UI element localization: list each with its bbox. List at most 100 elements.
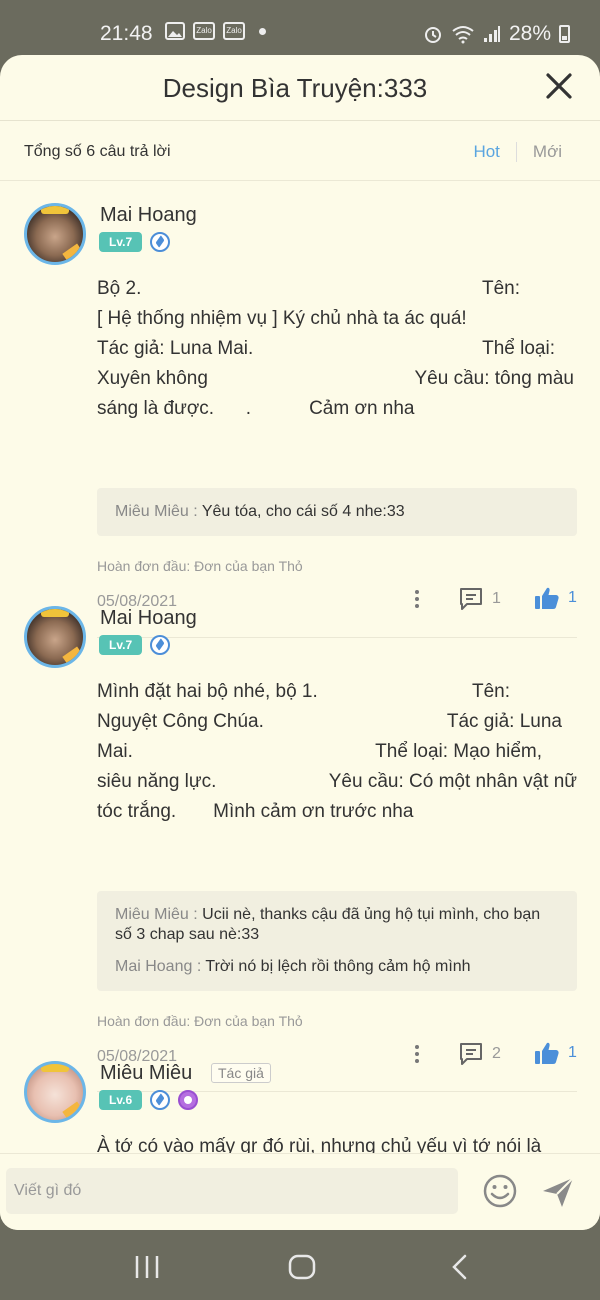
avatar-frame-ribbon (62, 646, 82, 664)
status-time: 21:48 (100, 22, 153, 45)
text-segment: [ Hệ thống nhiệm vụ ] Ký chủ nhà ta ác q… (97, 308, 467, 329)
comment-line: À tớ có vào mấy gr đó rùi, nhưng chủ yếu… (97, 1132, 597, 1153)
send-icon[interactable] (540, 1174, 576, 1210)
text-segment: Bộ 2. (97, 278, 142, 299)
system-nav-bar (0, 1230, 600, 1300)
badge-row: Lv.7 (99, 232, 171, 252)
like-count: 1 (568, 1044, 577, 1061)
reply-box[interactable]: Miêu Miêu : Ucii nè, thanks cậu đã ủng h… (97, 891, 577, 991)
reply-button[interactable]: 1 (458, 586, 501, 612)
thumbs-up-icon (535, 587, 559, 609)
like-button[interactable]: 1 (534, 586, 577, 610)
comment-line: Nguyệt Công Chúa. Tác giả: Luna (97, 707, 577, 737)
comment-line: tóc trắng. Mình cảm ơn trước nha (97, 797, 577, 827)
comment-line: Mai. Thể loại: Mạo hiểm, (97, 737, 577, 767)
level-badge: Lv.7 (99, 635, 143, 655)
comment-line: siêu năng lực. Yêu cầu: Có một nhân vật n… (97, 767, 577, 797)
emoji-icon[interactable] (482, 1173, 518, 1209)
author-tag: Tác giả (211, 1063, 271, 1083)
notification-icons: Zalo Zalo (165, 22, 266, 40)
battery-icon (559, 25, 570, 43)
comment-note: Hoàn đơn đầu: Đơn của bạn Thỏ (97, 1013, 303, 1029)
like-button[interactable]: 1 (534, 1041, 577, 1065)
more-options-icon[interactable] (414, 1045, 420, 1065)
text-segment: Tên: (481, 278, 520, 299)
text-segment: Tác giả: Luna (446, 711, 562, 732)
back-icon[interactable] (450, 1254, 470, 1280)
page-title: Design Bìa Truyện:333 (162, 73, 428, 103)
text-segment: Nguyệt Công Chúa. (97, 711, 264, 732)
text-segment: Tên: (471, 681, 510, 702)
comment-body: Mình đặt hai bộ nhé, bộ 1. Tên: Nguyệt Cô… (97, 677, 577, 827)
author-badge-icon (178, 1090, 199, 1110)
reply-item: Mai Hoang : Trời nó bị lệch rồi thông cả… (115, 957, 559, 977)
close-icon[interactable] (544, 71, 574, 101)
comment-list[interactable]: Mai Hoang Lv.7 Bộ 2. Tên: [ Hệ thống nhiệ… (0, 181, 600, 1153)
tab-divider (515, 142, 517, 162)
comment-line: [ Hệ thống nhiệm vụ ] Ký chủ nhà ta ác q… (97, 304, 577, 334)
text-segment: Thể loại: Mạo hiểm, (375, 741, 542, 762)
comment-author[interactable]: Mai Hoang (100, 204, 197, 227)
answer-count: Tổng số 6 câu trả lời (24, 143, 171, 160)
avatar-frame-crown (41, 206, 69, 214)
avatar[interactable] (24, 203, 86, 265)
comment-icon (460, 588, 482, 610)
more-notifications-dot (259, 27, 266, 35)
recent-apps-icon[interactable] (134, 1254, 160, 1280)
reply-item: Miêu Miêu : Yêu tóa, cho cái số 4 nhe:33 (115, 502, 559, 522)
comment-input-bar (0, 1153, 600, 1230)
text-segment: Thể loại: (482, 338, 555, 359)
thumbs-up-icon (535, 1042, 559, 1064)
avatar[interactable] (24, 1061, 86, 1123)
badge-row: Lv.7 (99, 635, 171, 655)
diamond-badge-icon (150, 1090, 171, 1110)
text-segment: Yêu cầu: tông màu (414, 368, 575, 389)
sort-bar: Tổng số 6 câu trả lời Hot Mới (0, 121, 600, 181)
level-badge: Lv.7 (99, 232, 143, 252)
reply-author: Miêu Miêu : (115, 503, 198, 520)
text-segment: Xuyên không (97, 368, 208, 389)
reply-button[interactable]: 2 (458, 1041, 501, 1067)
reply-box[interactable]: Miêu Miêu : Yêu tóa, cho cái số 4 nhe:33 (97, 488, 577, 536)
comment-author[interactable]: Miêu Miêu (100, 1062, 192, 1085)
alarm-icon (424, 27, 441, 43)
diamond-badge-icon (150, 635, 171, 655)
reply-count: 1 (492, 590, 501, 607)
like-count: 1 (568, 589, 577, 606)
reply-count: 2 (492, 1045, 501, 1062)
avatar-frame-crown (41, 1064, 69, 1072)
tab-hot[interactable]: Hot (473, 142, 499, 162)
badge-row: Lv.6 (99, 1090, 199, 1110)
sheet-header: Design Bìa Truyện:333 (0, 55, 600, 121)
comment-actions: 1 1 (410, 586, 580, 616)
reply-author: Mai Hoang : (115, 958, 202, 975)
avatar-frame-ribbon (62, 1101, 82, 1119)
more-options-icon[interactable] (414, 590, 420, 610)
reply-item: Miêu Miêu : Ucii nè, thanks cậu đã ủng h… (115, 905, 559, 945)
comment-line: sáng là được. . Cảm ơn nha (97, 394, 577, 424)
reply-author: Miêu Miêu : (115, 906, 198, 923)
home-icon[interactable] (288, 1254, 316, 1280)
sort-tabs: Hot Mới (473, 142, 562, 162)
text-segment: siêu năng lực. (97, 771, 217, 792)
diamond-badge-icon (150, 232, 171, 252)
comment-body: Bộ 2. Tên: [ Hệ thống nhiệm vụ ] Ký chủ n… (97, 274, 577, 424)
comment-input[interactable] (6, 1168, 458, 1214)
comment-icon (460, 1043, 482, 1065)
avatar-frame-ribbon (62, 243, 82, 261)
reply-text: Trời nó bị lệch rồi thông cảm hộ mình (205, 958, 471, 975)
comment-line: Bộ 2. Tên: (97, 274, 577, 304)
zalo-icon: Zalo (223, 22, 245, 40)
status-bar: 21:48 Zalo Zalo 28% (0, 0, 600, 56)
text-segment: Mình đặt hai bộ nhé, bộ 1. (97, 681, 318, 702)
reply-text: Yêu tóa, cho cái số 4 nhe:33 (201, 503, 405, 520)
zalo-icon: Zalo (193, 22, 215, 40)
signal-icon (483, 26, 500, 42)
comment-author[interactable]: Mai Hoang (100, 607, 197, 630)
text-segment: tóc trắng. Mình cảm ơn trước nha (97, 801, 414, 822)
wifi-icon (452, 26, 474, 44)
avatar[interactable] (24, 606, 86, 668)
tab-new[interactable]: Mới (533, 142, 562, 162)
comments-sheet: Design Bìa Truyện:333 Tổng số 6 câu trả … (0, 55, 600, 1230)
avatar-frame-crown (41, 609, 69, 617)
